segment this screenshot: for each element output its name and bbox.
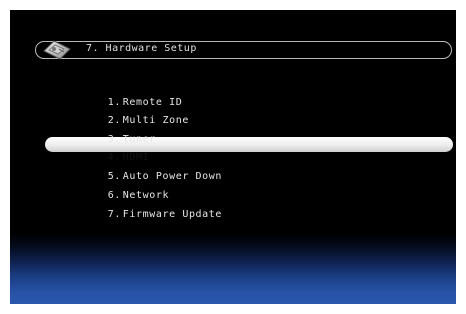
- menu-item-multi-zone[interactable]: 2. Multi Zone: [68, 100, 189, 126]
- menu-item-firmware-update[interactable]: 7. Firmware Update: [68, 194, 222, 220]
- menu-item-auto-power-down[interactable]: 5. Auto Power Down: [68, 156, 222, 182]
- hardware-setup-menu: 1. Remote ID 2. Multi Zone 3. Tuner 4. HDMI …: [10, 10, 456, 304]
- osd-screen: 7. Hardware Setup 1. Remote ID 2. Multi Zo…: [10, 10, 456, 304]
- menu-item-remote-id[interactable]: 1. Remote ID: [68, 82, 182, 108]
- menu-item-tuner[interactable]: 3. Tuner: [68, 119, 156, 145]
- menu-item-number: 7.: [107, 209, 121, 220]
- menu-item-network[interactable]: 6. Network: [68, 175, 169, 201]
- menu-item-label: Firmware Update: [122, 209, 223, 220]
- menu-item-hdmi[interactable]: 4. HDMI: [68, 137, 149, 163]
